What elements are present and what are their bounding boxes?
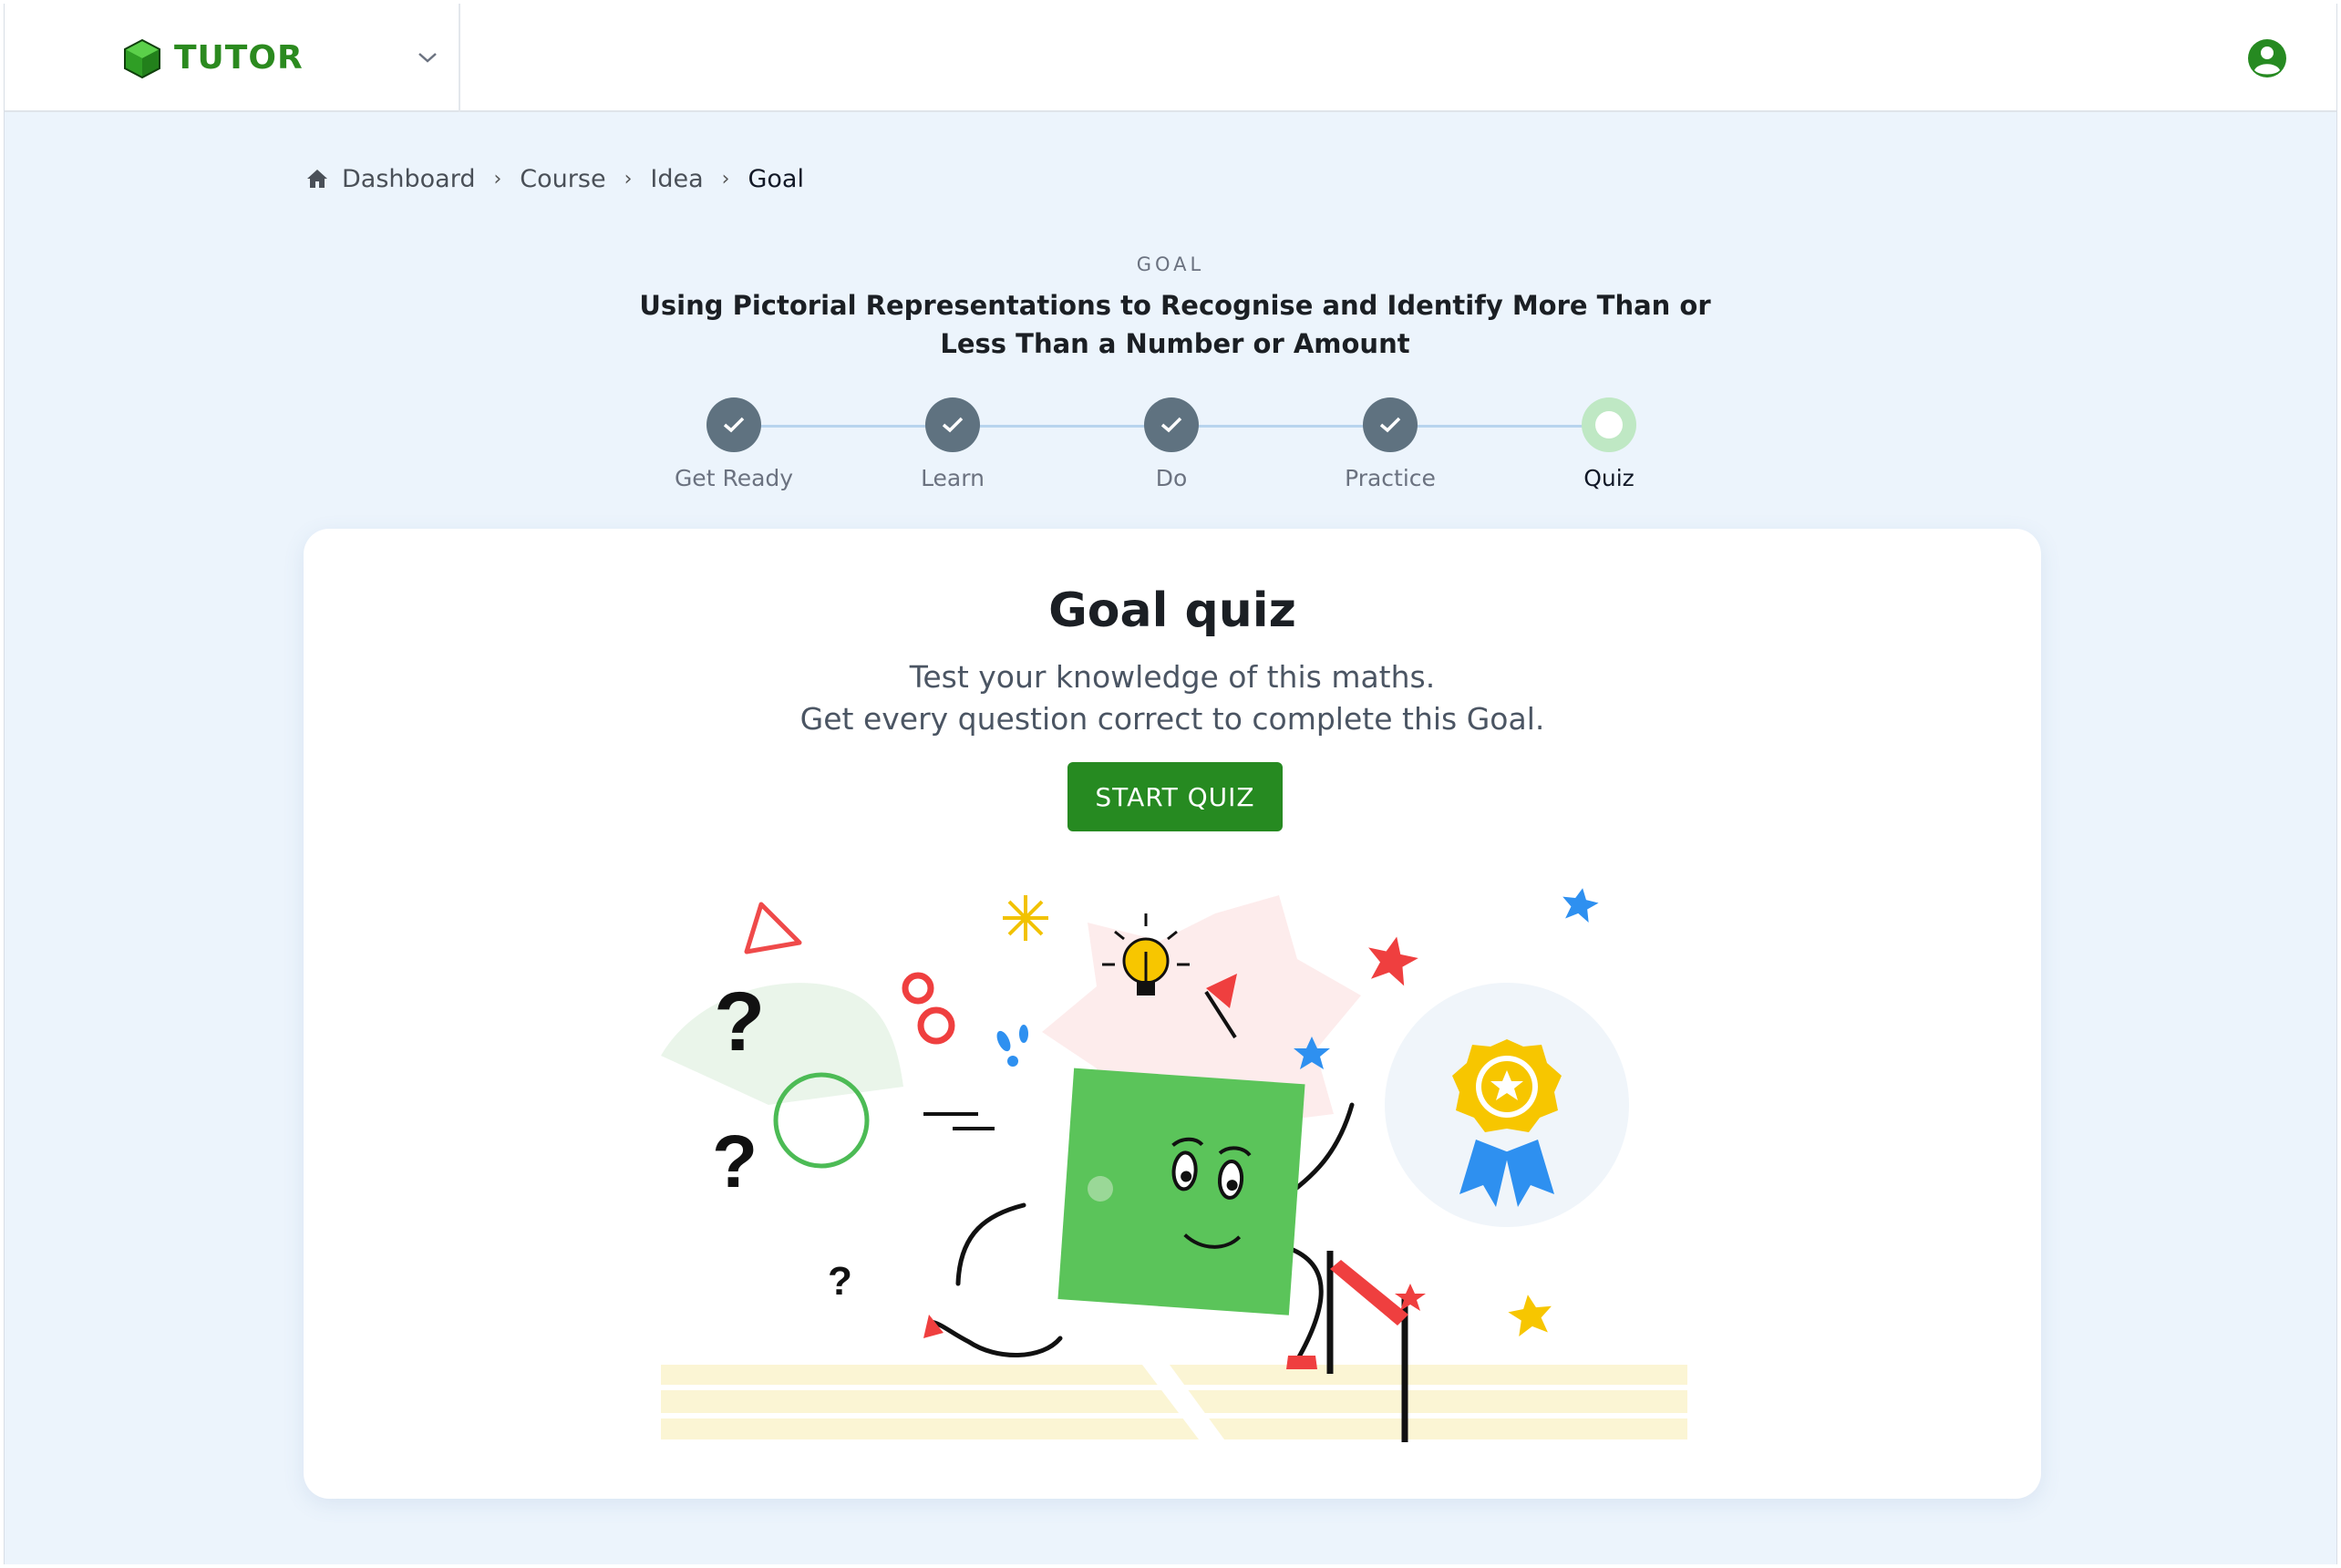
quiz-description-line: Test your knowledge of this maths. [909, 659, 1436, 695]
step-get-ready[interactable]: Get Ready [624, 397, 843, 491]
step-label: Get Ready [674, 465, 794, 491]
breadcrumb-separator: › [624, 167, 633, 191]
step-practice[interactable]: Practice [1281, 397, 1500, 491]
step-label: Learn [921, 465, 985, 491]
step-learn[interactable]: Learn [843, 397, 1062, 491]
step-complete-dot [1144, 397, 1199, 452]
red-star-icon [1368, 936, 1418, 986]
sweat-drops-icon [996, 1025, 1028, 1067]
yellow-star-icon [1508, 1295, 1552, 1337]
breadcrumb-separator: › [721, 167, 730, 191]
step-do[interactable]: Do [1062, 397, 1281, 491]
check-icon [1379, 417, 1401, 433]
breadcrumb-idea[interactable]: Idea [650, 165, 703, 193]
app-frame: TUTOR Dashboard › Course › Idea › Goal G… [4, 4, 2337, 1564]
account-circle-icon[interactable] [2247, 38, 2287, 78]
sparkle-icon [1003, 895, 1048, 941]
breadcrumb-current: Goal [748, 164, 804, 193]
brand-name: TUTOR [174, 39, 304, 77]
check-icon [1160, 417, 1182, 433]
chevron-down-icon[interactable] [417, 49, 438, 66]
running-square-illustration: ? ? ? [661, 888, 1687, 1442]
start-quiz-button[interactable]: START QUIZ [1067, 762, 1283, 831]
green-cube-icon [124, 38, 160, 78]
quiz-description: Test your knowledge of this maths. Get e… [304, 656, 2041, 740]
breadcrumb-course[interactable]: Course [520, 165, 605, 193]
quiz-title: Goal quiz [1048, 583, 1296, 638]
home-icon[interactable] [305, 167, 329, 191]
check-icon [723, 417, 745, 433]
red-shoe-shape [1286, 1356, 1317, 1369]
question-mark-icon: ? [712, 1120, 758, 1203]
question-mark-icon: ? [714, 975, 765, 1068]
red-star-icon [1395, 1284, 1426, 1311]
blue-star-icon [1562, 888, 1599, 923]
breadcrumb: Dashboard › Course › Idea › Goal [305, 160, 804, 197]
gears-icon [902, 972, 955, 1045]
step-complete-dot [925, 397, 980, 452]
track-illustration [661, 1365, 1687, 1439]
top-bar: TUTOR [5, 4, 2336, 112]
brand-menu[interactable]: TUTOR [5, 4, 460, 112]
breadcrumb-dashboard[interactable]: Dashboard [342, 165, 475, 193]
green-semicircle-shape [661, 983, 903, 1105]
goal-title: Using Pictorial Representations to Recog… [639, 290, 1711, 359]
red-triangle-shape [744, 902, 802, 954]
quiz-card: Goal quiz Test your knowledge of this ma… [304, 529, 2041, 1499]
step-current-dot [1582, 397, 1636, 452]
breadcrumb-separator: › [493, 167, 502, 191]
question-mark-icon: ? [828, 1259, 852, 1304]
check-icon [942, 417, 964, 433]
step-label: Practice [1345, 465, 1436, 491]
progress-stepper: Get Ready Learn Do Practice Quiz [675, 397, 1645, 498]
step-complete-dot [1363, 397, 1418, 452]
step-label: Quiz [1583, 465, 1635, 491]
step-quiz[interactable]: Quiz [1500, 397, 1718, 491]
goal-eyebrow: GOAL [1136, 253, 1205, 275]
step-label: Do [1155, 465, 1188, 491]
award-badge-icon [1385, 983, 1629, 1227]
step-complete-dot [706, 397, 761, 452]
green-square-character [1057, 1068, 1305, 1315]
quiz-description-line: Get every question correct to complete t… [799, 701, 1545, 737]
